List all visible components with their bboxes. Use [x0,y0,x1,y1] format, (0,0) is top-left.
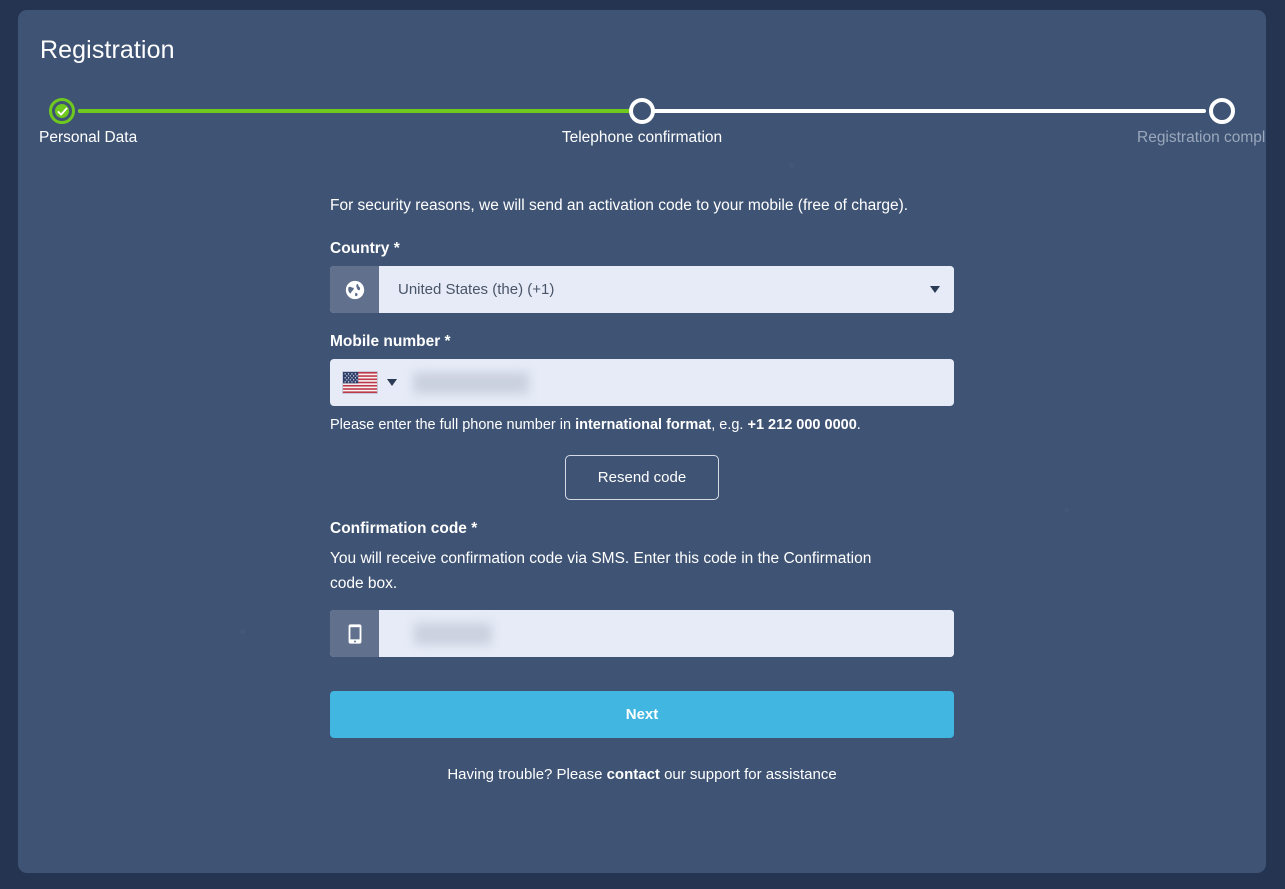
country-selected-value: United States (the) (+1) [398,281,555,298]
mobile-number-label: Mobile number * [330,333,451,350]
footer-text-before: Having trouble? Please [447,766,607,783]
support-footer: Having trouble? Please contact our suppo… [330,766,954,783]
mobile-number-hint: Please enter the full phone number in in… [330,417,954,433]
hint-middle: , e.g. [711,417,748,433]
step-label: Personal Data [39,129,138,146]
country-label: Country * [330,240,400,257]
step-personal-data[interactable]: Personal Data [18,90,147,147]
step-telephone-confirmation[interactable]: Telephone confirmation [557,90,727,147]
contact-support-link[interactable]: contact [607,766,660,783]
telephone-confirmation-form: For security reasons, we will send an ac… [330,193,954,783]
resend-code-button[interactable]: Resend code [564,455,720,500]
country-select[interactable]: United States (the) (+1) [330,266,954,313]
country-select-body[interactable]: United States (the) (+1) [379,266,954,313]
confirmation-code-field[interactable] [330,610,954,657]
hint-prefix: Please enter the full phone number in [330,417,576,433]
mobile-number-input[interactable] [413,371,529,394]
next-button[interactable]: Next [330,691,954,738]
us-flag-icon[interactable] [342,371,378,394]
confirmation-code-label: Confirmation code * [330,520,478,537]
chevron-down-icon[interactable] [930,286,940,293]
step-registration-complete[interactable]: Registration complete [1137,90,1266,147]
footer-text-after: our support for assistance [659,766,837,783]
hint-suffix: . [856,417,861,433]
intro-text: For security reasons, we will send an ac… [330,197,909,214]
resend-row: Resend code [330,455,954,500]
progress-stepper: Personal Data Telephone confirmation Reg… [39,90,1266,170]
check-icon [49,98,75,124]
confirmation-code-input[interactable] [414,622,492,645]
registration-card: Registration Personal Data Telephone con… [18,10,1266,873]
globe-icon [330,266,379,313]
circle-icon [1209,98,1235,124]
hint-bold-example: +1 212 000 0000 [747,417,857,433]
mobile-phone-icon [330,610,379,657]
page-title: Registration [40,36,175,64]
step-label: Registration complete [1137,129,1266,146]
mobile-number-field[interactable] [330,359,954,406]
step-label: Telephone confirmation [561,129,723,146]
hint-bold-format: international format [575,417,712,433]
chevron-down-icon[interactable] [387,379,397,386]
confirmation-code-description: You will receive confirmation code via S… [330,550,872,592]
confirmation-code-input-body[interactable] [379,610,954,657]
play-icon [629,98,655,124]
